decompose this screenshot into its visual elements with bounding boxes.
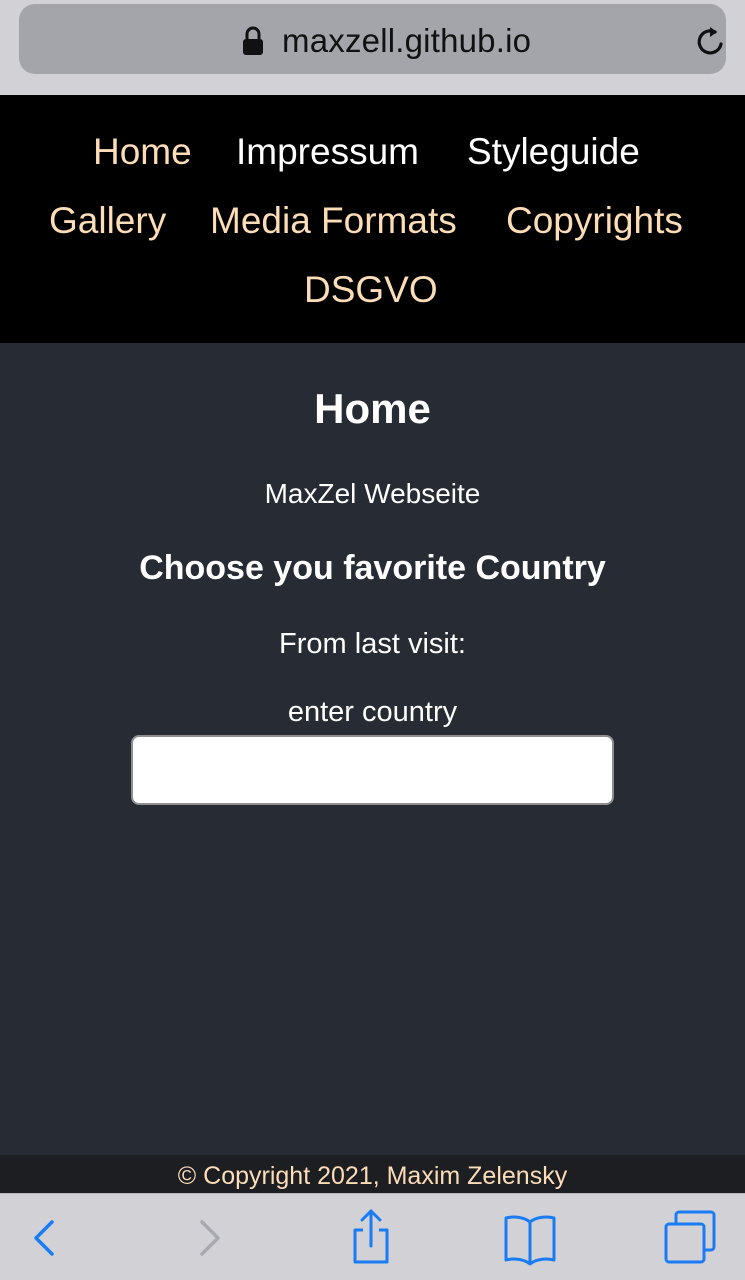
book-icon[interactable] xyxy=(500,1208,560,1268)
browser-top-bar: maxzell.github.io xyxy=(0,0,745,95)
nav-link-dsgvo[interactable]: DSGVO xyxy=(304,269,438,311)
page-title: Home xyxy=(314,385,431,432)
nav-link-gallery[interactable]: Gallery xyxy=(49,200,166,242)
chevron-right-icon[interactable] xyxy=(178,1208,238,1268)
last-visit-label: From last visit: xyxy=(279,628,466,660)
nav-link-styleguide[interactable]: Styleguide xyxy=(467,131,640,173)
nav-link-media-formats[interactable]: Media Formats xyxy=(210,200,457,242)
nav-link-impressum[interactable]: Impressum xyxy=(236,131,419,173)
section-title: Choose you favorite Country xyxy=(139,549,606,587)
site-navigation: Home Impressum Styleguide Gallery Media … xyxy=(0,95,745,343)
url-text: maxzell.github.io xyxy=(282,22,532,59)
nav-link-copyrights[interactable]: Copyrights xyxy=(506,200,683,242)
page-subtitle: MaxZel Webseite xyxy=(264,478,481,509)
nav-link-home[interactable]: Home xyxy=(93,131,192,173)
address-bar[interactable]: maxzell.github.io xyxy=(19,4,726,74)
main-content: Home MaxZel Webseite Choose you favorite… xyxy=(0,343,745,1155)
lock-icon xyxy=(243,26,263,55)
browser-toolbar xyxy=(0,1193,745,1280)
reload-icon[interactable] xyxy=(693,24,729,60)
footer-copyright: © Copyright 2021, Maxim Zelensky xyxy=(0,1155,745,1193)
country-input-label: enter country xyxy=(287,696,458,728)
country-input[interactable] xyxy=(131,735,614,805)
share-icon[interactable] xyxy=(341,1208,401,1268)
chevron-left-icon[interactable] xyxy=(14,1208,74,1268)
tabs-icon[interactable] xyxy=(660,1208,720,1268)
